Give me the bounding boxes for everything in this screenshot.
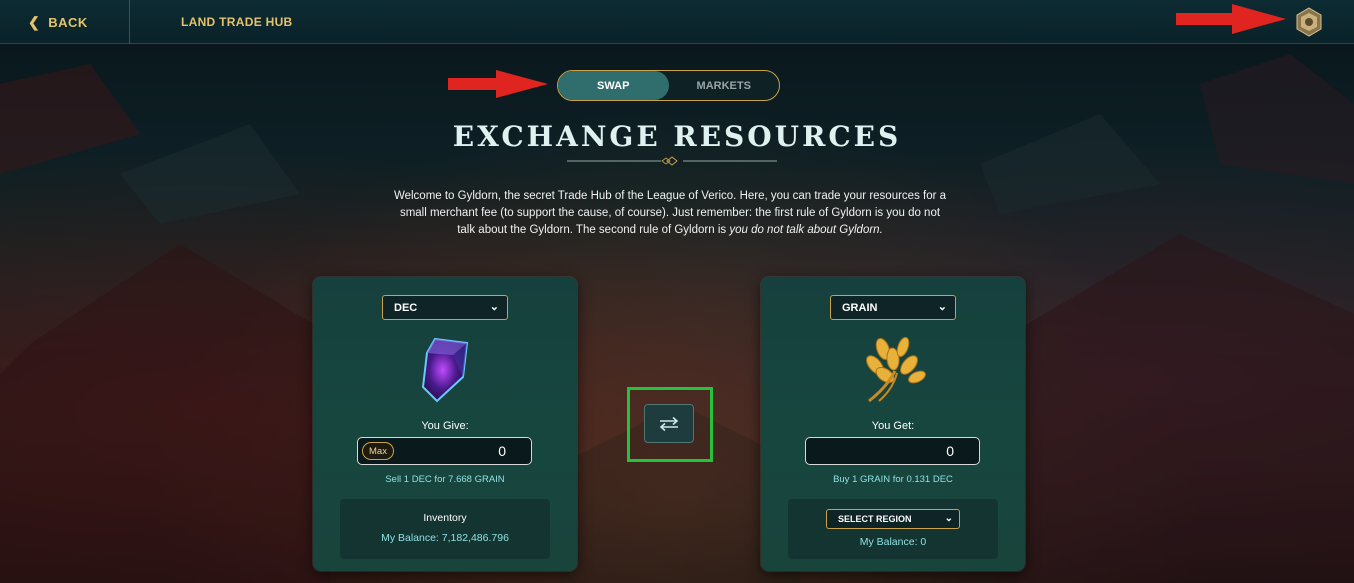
section-heading: EXCHANGE RESOURCES <box>452 120 902 153</box>
tab-swap[interactable]: SWAP <box>558 71 669 100</box>
top-bar: ❮ BACK LAND TRADE HUB <box>0 0 1354 44</box>
chevron-left-icon: ❮ <box>28 13 41 30</box>
swap-markets-toggle: SWAP MARKETS <box>557 70 780 101</box>
give-balance: My Balance: 7,182,486.796 <box>381 532 509 544</box>
heading-divider-ornament <box>567 156 777 166</box>
get-balance: My Balance: 0 <box>859 536 927 548</box>
annotation-arrow-avatar <box>1176 4 1286 34</box>
swap-arrows-icon <box>659 416 679 431</box>
intro-text: Welcome to Gyldorn, the secret Trade Hub… <box>392 188 948 239</box>
sell-rate-text: Sell 1 DEC for 7.668 GRAIN <box>385 474 505 485</box>
you-give-label: You Give: <box>421 420 469 432</box>
select-region-label: SELECT REGION <box>838 514 912 524</box>
chevron-down-icon: ⌄ <box>489 301 499 313</box>
dec-crystal-icon <box>421 337 469 403</box>
give-resource-select[interactable]: DEC ⌄ <box>382 295 508 320</box>
select-region-dropdown[interactable]: SELECT REGION ⌄ <box>826 509 960 529</box>
give-amount-input[interactable]: Max 0 <box>357 437 532 465</box>
grain-wheat-icon <box>866 336 926 403</box>
give-amount-value: 0 <box>498 443 506 459</box>
chevron-down-icon: ⌄ <box>944 513 953 524</box>
get-amount-input[interactable]: 0 <box>805 437 980 465</box>
you-get-label: You Get: <box>871 420 915 432</box>
page-title: LAND TRADE HUB <box>181 15 293 29</box>
back-label: BACK <box>48 14 88 30</box>
max-button[interactable]: Max <box>362 442 394 460</box>
inventory-box: Inventory My Balance: 7,182,486.796 <box>340 499 550 559</box>
back-button[interactable]: ❮ BACK <box>0 0 130 44</box>
chevron-down-icon: ⌄ <box>937 301 947 313</box>
inventory-label: Inventory <box>423 512 467 524</box>
get-amount-value: 0 <box>946 443 954 459</box>
annotation-arrow-swap-tab <box>448 70 548 98</box>
player-emblem-icon[interactable] <box>1294 7 1324 37</box>
intro-text-italic: you do not talk about Gyldorn. <box>729 224 883 236</box>
give-card: DEC ⌄ You Give: Max 0 Sell 1 DEC for 7.6… <box>313 277 577 571</box>
get-card: GRAIN ⌄ You Get: 0 Buy 1 GRAIN for 0.131… <box>761 277 1025 571</box>
tab-markets[interactable]: MARKETS <box>669 71 780 100</box>
get-resource-value: GRAIN <box>842 301 878 314</box>
swap-direction-button[interactable] <box>644 404 694 443</box>
give-resource-value: DEC <box>394 301 418 314</box>
buy-rate-text: Buy 1 GRAIN for 0.131 DEC <box>833 474 953 485</box>
get-resource-select[interactable]: GRAIN ⌄ <box>830 295 956 320</box>
region-box: SELECT REGION ⌄ My Balance: 0 <box>788 499 998 559</box>
